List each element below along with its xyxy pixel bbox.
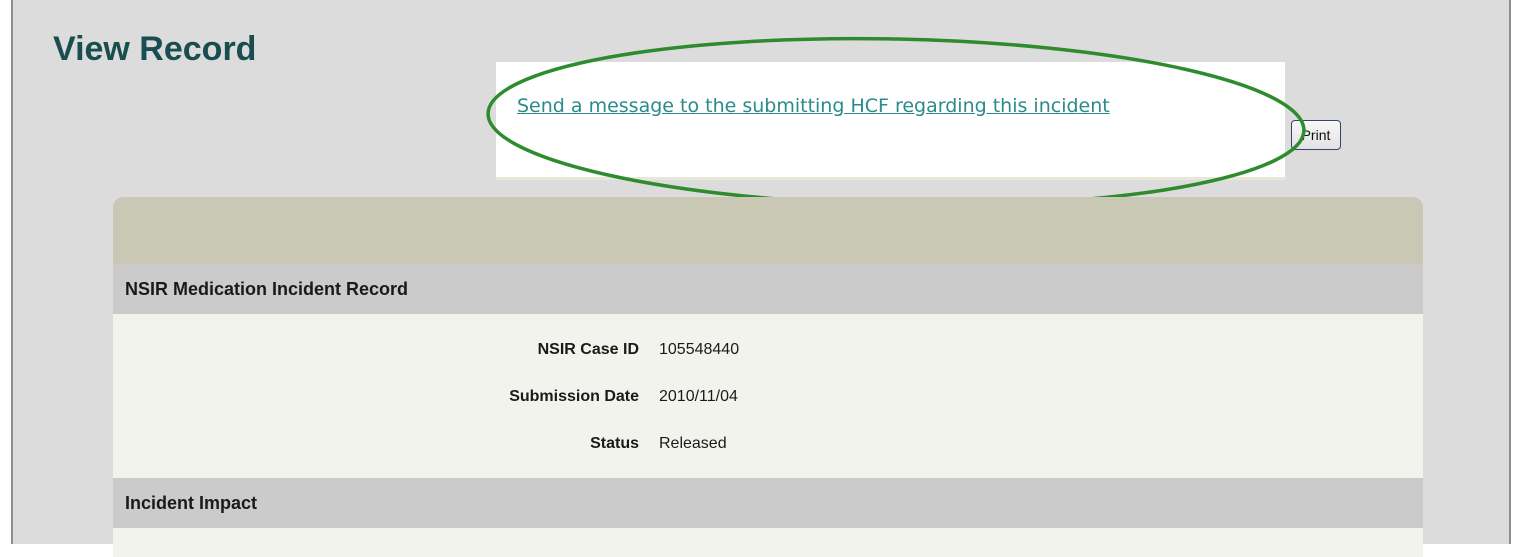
page-title: View Record: [53, 30, 257, 68]
section-header-incident-impact: Incident Impact: [113, 478, 1423, 528]
record-card: NSIR Medication Incident Record NSIR Cas…: [113, 197, 1423, 557]
incident-impact-body: [113, 528, 1423, 557]
section-header-medication-record: NSIR Medication Incident Record: [113, 264, 1423, 314]
field-row-case-id: NSIR Case ID 105548440: [113, 341, 1423, 371]
record-fields: NSIR Case ID 105548440 Submission Date 2…: [113, 314, 1423, 478]
field-value: 2010/11/04: [659, 388, 738, 405]
field-row-submission-date: Submission Date 2010/11/04: [113, 388, 1423, 418]
message-panel: [496, 62, 1285, 180]
send-message-link[interactable]: Send a message to the submitting HCF reg…: [517, 95, 1110, 117]
print-button[interactable]: Print: [1291, 120, 1341, 150]
field-value: Released: [659, 435, 727, 452]
field-row-status: Status Released: [113, 435, 1423, 465]
field-label: Submission Date: [509, 388, 639, 405]
page-frame: View Record Send a message to the submit…: [11, 0, 1511, 557]
field-label: Status: [590, 435, 639, 452]
field-value: 105548440: [659, 341, 740, 358]
field-label: NSIR Case ID: [537, 341, 639, 358]
